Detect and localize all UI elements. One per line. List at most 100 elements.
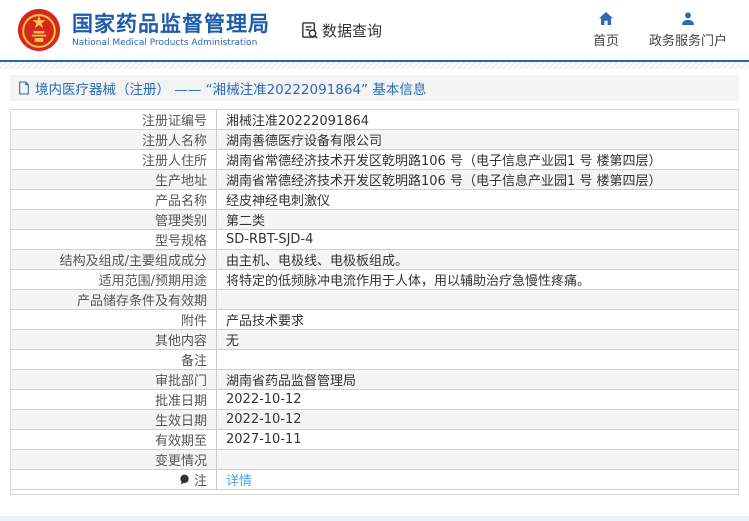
row-label-text: 注册人名称 — [141, 134, 207, 149]
table-row: 审批部门 湖南省药品监督管理局 — [11, 370, 738, 390]
row-value: 经皮神经电刺激仪 — [216, 190, 738, 209]
row-label-text: 备注 — [180, 354, 207, 369]
row-label-text: 生效日期 — [154, 414, 207, 429]
site-brand: 国家药品监督管理局 National Medical Products Admi… — [72, 12, 270, 47]
row-value: 无 — [216, 330, 738, 349]
row-label: 注册人名称 — [11, 130, 216, 149]
row-label-text: 产品名称 — [154, 194, 207, 209]
row-label-text: 审批部门 — [154, 374, 207, 389]
user-icon — [681, 12, 694, 25]
hatched-divider — [0, 62, 749, 69]
row-value — [216, 350, 738, 369]
row-label-text: 型号规格 — [154, 234, 207, 249]
row-label: 型号规格 — [11, 230, 216, 249]
data-query-label: 数据查询 — [322, 21, 383, 40]
footer-strip — [0, 516, 749, 521]
row-value: 2027-10-11 — [216, 430, 738, 449]
row-label: 注册人住所 — [11, 150, 216, 169]
row-label-text: 附件 — [180, 314, 207, 329]
row-label: 生效日期 — [11, 410, 216, 429]
table-row: 注册人住所 湖南省常德经济技术开发区乾明路106 号（电子信息产业园1 号 楼第… — [11, 150, 738, 170]
row-label-text: 变更情况 — [154, 454, 207, 469]
row-label: 产品储存条件及有效期 — [11, 290, 216, 309]
row-value: 湖南省常德经济技术开发区乾明路106 号（电子信息产业园1 号 楼第四层） — [216, 170, 738, 189]
page-title: 境内医疗器械（注册） —— “湘械注准20222091864” 基本信息 — [35, 82, 427, 98]
row-label: 附件 — [11, 310, 216, 329]
row-label: 审批部门 — [11, 370, 216, 389]
row-label: 生产地址 — [11, 170, 216, 189]
table-row: 附件 产品技术要求 — [11, 310, 738, 330]
info-table-body: 注册证编号 湘械注准20222091864 注册人名称 湖南善德医疗设备有限公司… — [11, 110, 738, 490]
row-label: 备注 — [11, 350, 216, 369]
row-label-text: 有效期至 — [154, 434, 207, 449]
row-value: 2022-10-12 — [216, 410, 738, 429]
table-row: 有效期至 2027-10-11 — [11, 430, 738, 450]
row-label-text: 产品储存条件及有效期 — [76, 294, 207, 309]
row-label: 批准日期 — [11, 390, 216, 409]
row-label: 结构及组成/主要组成成分 — [11, 250, 216, 269]
table-row: 适用范围/预期用途 将特定的低频脉冲电流作用于人体，用以辅助治疗急慢性疼痛。 — [11, 270, 738, 290]
row-label: 有效期至 — [11, 430, 216, 449]
row-label-text: 管理类别 — [154, 214, 207, 229]
nav-gov-service-portal[interactable]: 政务服务门户 — [649, 11, 727, 49]
document-search-icon — [302, 21, 318, 39]
table-row: 备注 — [11, 350, 738, 370]
header-nav: 首页 政务服务门户 — [593, 11, 735, 49]
document-icon — [19, 81, 29, 95]
row-value: 2022-10-12 — [216, 390, 738, 409]
table-row: 变更情况 — [11, 450, 738, 470]
row-value: 湖南善德医疗设备有限公司 — [216, 130, 738, 149]
nav-home-label: 首页 — [592, 34, 619, 49]
table-row: 注 详情 — [11, 470, 738, 490]
table-row: 型号规格 SD-RBT-SJD-4 — [11, 230, 738, 250]
row-label-text: 适用范围/预期用途 — [98, 274, 207, 289]
table-row: 其他内容 无 — [11, 330, 738, 350]
row-value: 将特定的低频脉冲电流作用于人体，用以辅助治疗急慢性疼痛。 — [216, 270, 738, 289]
row-value: 产品技术要求 — [216, 310, 738, 329]
table-row: 管理类别 第二类 — [11, 210, 738, 230]
row-value: 湖南省药品监督管理局 — [216, 370, 738, 389]
row-label: 注册证编号 — [11, 110, 216, 129]
row-label: 管理类别 — [11, 210, 216, 229]
row-label-text: 结构及组成/主要组成成分 — [59, 254, 207, 269]
row-value: 第二类 — [216, 210, 738, 229]
row-label-text: 注册证编号 — [141, 114, 207, 129]
row-label: 产品名称 — [11, 190, 216, 209]
table-row: 生效日期 2022-10-12 — [11, 410, 738, 430]
china-national-emblem-icon — [17, 8, 61, 52]
row-value: 湘械注准20222091864 — [216, 110, 738, 129]
site-subtitle: National Medical Products Administration — [72, 37, 258, 48]
home-icon — [598, 12, 613, 25]
detail-link[interactable]: 详情 — [226, 470, 252, 489]
table-row: 生产地址 湖南省常德经济技术开发区乾明路106 号（电子信息产业园1 号 楼第四… — [11, 170, 738, 190]
row-label-text: 注 — [193, 474, 207, 489]
table-row: 注册证编号 湘械注准20222091864 — [11, 110, 738, 130]
info-table: 注册证编号 湘械注准20222091864 注册人名称 湖南善德医疗设备有限公司… — [10, 109, 739, 495]
page-title-bar: 境内医疗器械（注册） —— “湘械注准20222091864” 基本信息 — [10, 75, 739, 101]
table-row: 产品名称 经皮神经电刺激仪 — [11, 190, 738, 210]
note-balloon-icon — [180, 474, 189, 485]
row-label-text: 批准日期 — [154, 394, 207, 409]
header: 国家药品监督管理局 National Medical Products Admi… — [0, 0, 749, 62]
row-label-text: 生产地址 — [154, 174, 207, 189]
nav-home[interactable]: 首页 — [593, 11, 619, 49]
row-label-text: 其他内容 — [154, 334, 207, 349]
table-row: 产品储存条件及有效期 — [11, 290, 738, 310]
table-row: 结构及组成/主要组成成分 由主机、电极线、电极板组成。 — [11, 250, 738, 270]
row-value — [216, 450, 738, 469]
row-value: SD-RBT-SJD-4 — [216, 230, 738, 249]
row-value: 由主机、电极线、电极板组成。 — [216, 250, 738, 269]
row-label: 注 — [11, 470, 216, 489]
row-value — [216, 290, 738, 309]
nav-gov-portal-label: 政务服务门户 — [648, 34, 727, 49]
table-row: 注册人名称 湖南善德医疗设备有限公司 — [11, 130, 738, 150]
table-row: 批准日期 2022-10-12 — [11, 390, 738, 410]
row-label-text: 注册人住所 — [141, 154, 207, 169]
data-query-button[interactable]: 数据查询 — [300, 20, 382, 41]
row-label: 适用范围/预期用途 — [11, 270, 216, 289]
row-value: 详情 — [216, 470, 738, 489]
site-title: 国家药品监督管理局 — [72, 12, 270, 37]
row-value: 湖南省常德经济技术开发区乾明路106 号（电子信息产业园1 号 楼第四层） — [216, 150, 738, 169]
row-label: 变更情况 — [11, 450, 216, 469]
row-label: 其他内容 — [11, 330, 216, 349]
